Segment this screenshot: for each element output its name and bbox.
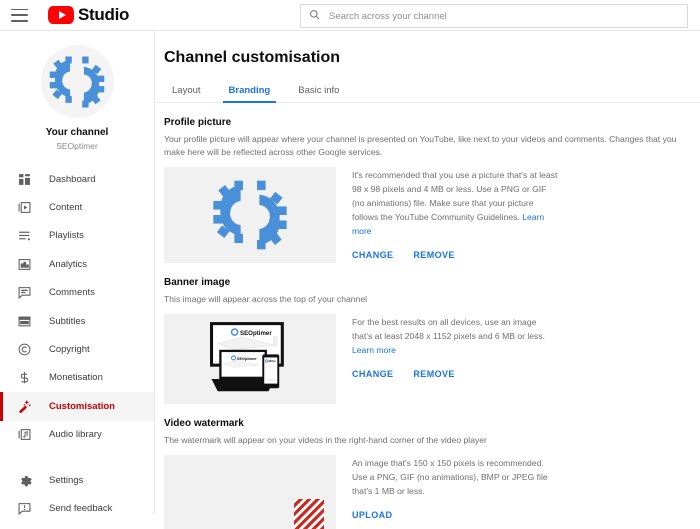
copyright-icon bbox=[16, 341, 33, 358]
content-icon bbox=[16, 199, 33, 216]
top-bar: Studio bbox=[0, 0, 700, 31]
search-icon bbox=[309, 7, 320, 25]
sidebar-item-settings[interactable]: Settings bbox=[0, 466, 154, 494]
section-actions: UPLOAD bbox=[352, 510, 559, 520]
studio-brand[interactable]: Studio bbox=[48, 5, 129, 25]
section-description: This image will appear across the top of… bbox=[164, 294, 368, 305]
tab-bar: Layout Branding Basic info bbox=[155, 80, 700, 103]
section-title: Banner image bbox=[164, 277, 231, 289]
sidebar-item-label: Playlists bbox=[49, 230, 84, 242]
tab-basic-info[interactable]: Basic info bbox=[292, 85, 345, 102]
section-description: Your profile picture will appear where y… bbox=[164, 134, 677, 158]
sidebar-item-label: Customisation bbox=[49, 400, 115, 412]
seoptimer-gear-logo bbox=[213, 180, 287, 250]
sidebar-item-label: Dashboard bbox=[49, 173, 96, 185]
sidebar-nav: Dashboard Content Playlists Analytics Co… bbox=[0, 165, 154, 523]
section-right: An image that's 150 x 150 pixels is reco… bbox=[352, 455, 559, 529]
brand-label: Studio bbox=[78, 5, 130, 24]
sidebar-divider-gap bbox=[0, 449, 154, 466]
search-bar[interactable] bbox=[300, 4, 688, 28]
sidebar: Your channel SEOptimer Dashboard Content bbox=[0, 31, 155, 515]
comments-icon bbox=[16, 284, 33, 301]
section-body: It's recommended that you use a picture … bbox=[164, 167, 700, 264]
section-actions: CHANGE REMOVE bbox=[352, 250, 559, 260]
remove-button[interactable]: REMOVE bbox=[413, 250, 454, 260]
main-content: Channel customisation Layout Branding Ba… bbox=[155, 31, 700, 529]
sidebar-item-customisation[interactable]: Customisation bbox=[0, 392, 154, 421]
sidebar-item-send-feedback[interactable]: Send feedback bbox=[0, 494, 154, 522]
hamburger-icon[interactable] bbox=[11, 8, 28, 22]
sidebar-item-dashboard[interactable]: Dashboard bbox=[0, 165, 154, 193]
svg-text:SEOpt: SEOpt bbox=[268, 360, 275, 363]
page-title: Channel customisation bbox=[164, 49, 341, 66]
section-hint: For the best results on all devices, use… bbox=[352, 316, 559, 358]
search-input[interactable] bbox=[329, 10, 659, 22]
avatar bbox=[40, 45, 114, 118]
section-profile-picture: Profile picture Your profile picture wil… bbox=[164, 117, 700, 264]
section-right: For the best results on all devices, use… bbox=[352, 314, 559, 404]
section-body: An image that's 150 x 150 pixels is reco… bbox=[164, 455, 700, 529]
analytics-icon bbox=[16, 256, 33, 273]
section-description: The watermark will appear on your videos… bbox=[164, 435, 487, 446]
device-preview-illustration: SEOptimer SEOptimer SEOpt bbox=[210, 322, 284, 392]
tab-branding[interactable]: Branding bbox=[222, 85, 277, 103]
remove-button[interactable]: REMOVE bbox=[413, 369, 454, 379]
channel-name: SEOptimer bbox=[56, 141, 98, 151]
sidebar-item-label: Send feedback bbox=[49, 502, 113, 514]
sidebar-item-copyright[interactable]: Copyright bbox=[0, 335, 154, 363]
sidebar-item-content[interactable]: Content bbox=[0, 193, 154, 221]
sidebar-item-label: Subtitles bbox=[49, 315, 86, 327]
section-hint: It's recommended that you use a picture … bbox=[352, 169, 559, 239]
playlists-icon bbox=[16, 227, 33, 244]
channel-block[interactable]: Your channel SEOptimer bbox=[0, 31, 154, 163]
sidebar-item-audio-library[interactable]: Audio library bbox=[0, 421, 154, 449]
red-diagonal-hatch-icon bbox=[294, 499, 324, 529]
seoptimer-gear-logo bbox=[49, 55, 105, 108]
upload-button[interactable]: UPLOAD bbox=[352, 510, 392, 520]
sidebar-item-monetisation[interactable]: Monetisation bbox=[0, 364, 154, 392]
magic-wand-icon bbox=[16, 398, 33, 415]
sidebar-item-label: Settings bbox=[49, 474, 84, 486]
hint-text: An image that's 150 x 150 pixels is reco… bbox=[352, 458, 548, 497]
section-banner-image: Banner image This image will appear acro… bbox=[164, 277, 700, 405]
sidebar-item-subtitles[interactable]: Subtitles bbox=[0, 307, 154, 335]
sidebar-item-label: Copyright bbox=[49, 344, 90, 356]
sidebar-item-label: Audio library bbox=[49, 429, 102, 441]
sidebar-item-label: Content bbox=[49, 202, 83, 214]
youtube-play-icon bbox=[48, 6, 74, 24]
learn-more-link[interactable]: Learn more bbox=[352, 345, 396, 355]
dashboard-icon bbox=[16, 171, 33, 188]
tab-layout[interactable]: Layout bbox=[166, 85, 207, 102]
section-title: Video watermark bbox=[164, 418, 244, 430]
gear-icon bbox=[16, 472, 33, 489]
section-video-watermark: Video watermark The watermark will appea… bbox=[164, 418, 700, 529]
dollar-icon bbox=[16, 369, 33, 386]
section-hint: An image that's 150 x 150 pixels is reco… bbox=[352, 457, 559, 499]
change-button[interactable]: CHANGE bbox=[352, 250, 393, 260]
banner-image-preview[interactable]: SEOptimer SEOptimer SEOpt bbox=[164, 314, 336, 405]
sidebar-item-label: Monetisation bbox=[49, 372, 103, 384]
section-right: It's recommended that you use a picture … bbox=[352, 167, 559, 263]
svg-text:SEOptimer: SEOptimer bbox=[237, 357, 257, 361]
sidebar-item-label: Comments bbox=[49, 287, 95, 299]
hint-text: For the best results on all devices, use… bbox=[352, 317, 546, 342]
audio-library-icon bbox=[16, 426, 33, 443]
svg-text:SEOptimer: SEOptimer bbox=[240, 330, 272, 337]
channel-title: Your channel bbox=[45, 127, 109, 138]
sidebar-item-label: Analytics bbox=[49, 258, 88, 270]
sidebar-item-analytics[interactable]: Analytics bbox=[0, 250, 154, 278]
subtitles-icon bbox=[16, 313, 33, 330]
section-title: Profile picture bbox=[164, 117, 232, 128]
sidebar-item-comments[interactable]: Comments bbox=[0, 279, 154, 307]
sidebar-item-playlists[interactable]: Playlists bbox=[0, 222, 154, 250]
change-button[interactable]: CHANGE bbox=[352, 369, 393, 379]
profile-picture-preview[interactable] bbox=[164, 167, 336, 264]
video-watermark-preview[interactable] bbox=[164, 455, 336, 529]
section-body: SEOptimer SEOptimer SEOpt For the best r… bbox=[164, 314, 700, 405]
section-actions: CHANGE REMOVE bbox=[352, 369, 559, 379]
feedback-icon bbox=[16, 500, 33, 517]
